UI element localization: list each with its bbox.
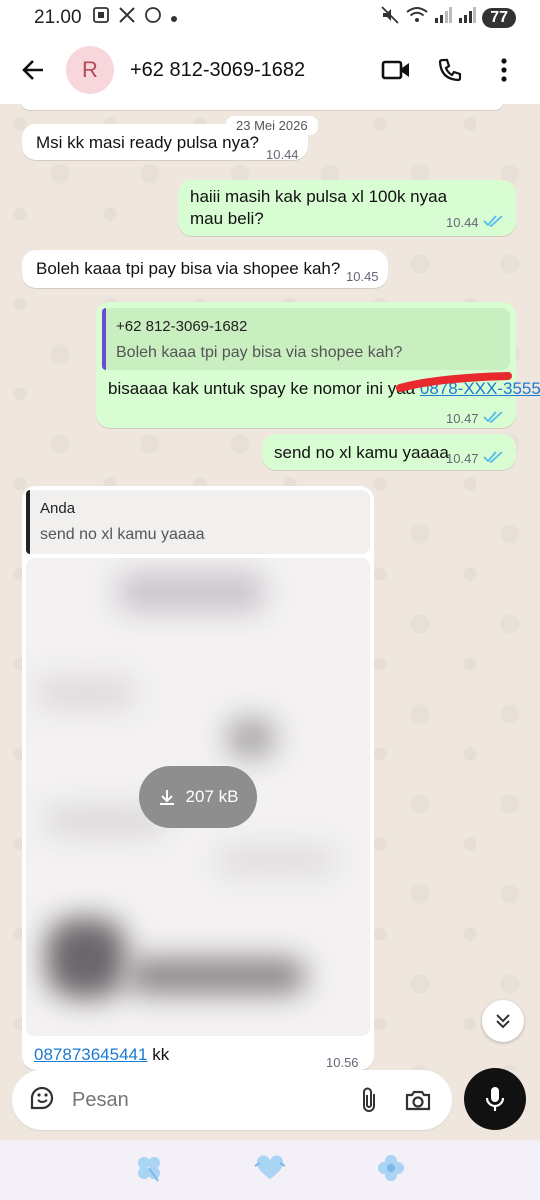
image-blur-blob (36, 678, 136, 708)
message-text: haiii masih kak pulsa xl 100k nyaa mau b… (190, 187, 448, 228)
battery-badge: 77 (482, 8, 516, 28)
date-chip: 23 Mei 2026 (226, 116, 318, 135)
phone-link[interactable]: 087873645441 (34, 1045, 147, 1064)
quote-text: Boleh kaaa tpi pay bisa via shopee kah? (116, 344, 403, 361)
camera-icon (406, 1090, 431, 1111)
read-ticks-icon (482, 212, 503, 234)
more-vertical-icon (501, 58, 507, 82)
chat-area[interactable]: Msi kk masi ready pulsa nya? 10.44 23 Me… (0, 104, 540, 1070)
read-ticks-icon (482, 448, 503, 470)
scroll-to-bottom-button[interactable] (482, 1000, 524, 1042)
partial-message-bubble (20, 104, 504, 110)
download-icon (159, 790, 174, 805)
microphone-icon (485, 1087, 505, 1111)
arrow-left-icon (22, 60, 43, 80)
attach-button[interactable] (351, 1082, 387, 1118)
chat-header: R +62 812-3069-1682 (0, 36, 540, 104)
redaction-scribble (396, 372, 512, 392)
back-button[interactable] (16, 52, 52, 88)
more-options-button[interactable] (484, 50, 524, 90)
quoted-message[interactable]: Anda send no xl kamu yaaaa (26, 490, 370, 554)
image-blur-blob (216, 848, 336, 874)
quote-sender: +62 812-3069-1682 (116, 318, 248, 335)
video-camera-icon (381, 60, 409, 80)
signal-icon (434, 7, 453, 29)
message-time: 10.47 (446, 451, 479, 466)
status-time: 21.00 (34, 7, 82, 28)
message-bubble-outgoing[interactable]: haiii masih kak pulsa xl 100k nyaa mau b… (178, 180, 516, 236)
message-meta: 10.47 (446, 448, 503, 470)
voice-message-button[interactable] (464, 1068, 526, 1130)
message-input[interactable] (72, 1088, 337, 1112)
video-call-button[interactable] (376, 50, 416, 90)
image-blur-blob (126, 958, 306, 994)
clover-icon[interactable] (134, 1153, 164, 1188)
image-blur-blob (116, 572, 266, 612)
message-bubble-outgoing[interactable]: send no xl kamu yaaaa 10.47 (262, 434, 516, 470)
image-size-label: 207 kB (185, 787, 239, 806)
emoji-sticker-button[interactable] (28, 1084, 56, 1117)
message-meta: 10.44 (446, 212, 503, 234)
quote-sender: Anda (40, 500, 76, 517)
message-text: Msi kk masi ready pulsa nya? (36, 133, 259, 152)
quoted-message[interactable]: +62 812-3069-1682 Boleh kaaa tpi pay bis… (102, 308, 510, 370)
camera-button[interactable] (401, 1082, 437, 1118)
message-time: 10.47 (446, 411, 479, 426)
avatar[interactable]: R (66, 46, 114, 94)
contact-name[interactable]: +62 812-3069-1682 (130, 59, 362, 82)
message-text: send no xl kamu yaaaa (274, 443, 449, 462)
quote-bar (26, 490, 30, 554)
message-time: 10.45 (346, 269, 379, 284)
phone-icon (438, 58, 462, 82)
x-icon (118, 6, 136, 30)
quote-text: send no xl kamu yaaaa (40, 526, 205, 543)
message-time: 10.44 (446, 215, 479, 230)
message-meta: 10.47 (446, 408, 503, 430)
mute-icon (380, 6, 400, 30)
quote-bar (102, 308, 106, 370)
flower-icon[interactable] (376, 1153, 406, 1188)
message-composer (12, 1070, 452, 1130)
chat-icon (144, 6, 162, 30)
message-text: Boleh kaaa tpi pay bisa via shopee kah? (36, 259, 341, 278)
screenshot-icon (92, 6, 110, 30)
voice-call-button[interactable] (430, 50, 470, 90)
image-blur-blob (226, 718, 276, 758)
download-image-button[interactable]: 207 kB (139, 766, 257, 828)
message-bubble-incoming[interactable]: Boleh kaaa tpi pay bisa via shopee kah? … (22, 250, 388, 288)
wifi-icon (406, 6, 428, 30)
paperclip-icon (362, 1087, 375, 1112)
sticker-icon (30, 1086, 54, 1109)
message-time: 10.56 (326, 1055, 359, 1070)
read-ticks-icon (482, 408, 503, 430)
message-text: kk (147, 1045, 170, 1064)
message-content: 087873645441 kk (34, 1044, 169, 1066)
message-text: bisaaaa kak untuk spay ke nomor ini yaa (108, 379, 416, 398)
image-blur-blob (46, 918, 126, 998)
chevron-double-down-icon (496, 1014, 510, 1029)
status-bar: 21.00 77 (0, 0, 540, 36)
signal-icon (458, 7, 477, 29)
system-navigation-bar (0, 1140, 540, 1200)
message-time: 10.44 (266, 147, 299, 162)
message-bubble-outgoing[interactable]: +62 812-3069-1682 Boleh kaaa tpi pay bis… (96, 302, 540, 430)
heart-icon[interactable] (253, 1154, 287, 1187)
dot-icon (170, 7, 178, 29)
